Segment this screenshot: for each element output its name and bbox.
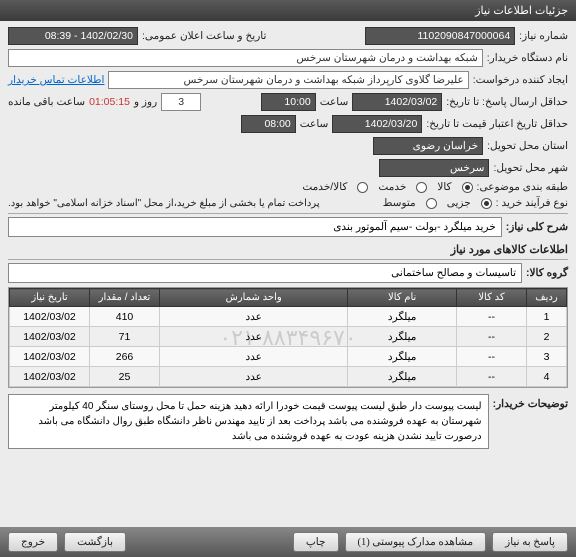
cell-code: -- xyxy=(457,327,527,347)
cell-idx: 1 xyxy=(527,307,567,327)
cell-idx: 4 xyxy=(527,367,567,387)
field-price-date: 1402/03/20 xyxy=(332,115,422,133)
label-group: گروه کالا: xyxy=(526,267,568,279)
items-table-wrap: ۰۲۱-۸۸۳۴۹۶۷۰ ردیف کد کالا نام کالا واحد … xyxy=(8,287,568,388)
cell-name: میلگرد xyxy=(348,347,457,367)
cell-date: 1402/03/02 xyxy=(10,327,90,347)
cell-unit: عدد xyxy=(160,367,348,387)
cell-name: میلگرد xyxy=(348,307,457,327)
radio-low[interactable] xyxy=(481,198,492,209)
label-goods: کالا xyxy=(437,181,451,193)
th-date[interactable]: تاریخ نیاز xyxy=(10,289,90,307)
radio-goods[interactable] xyxy=(462,182,473,193)
label-time-2: ساعت xyxy=(300,118,329,130)
cell-name: میلگرد xyxy=(348,327,457,347)
items-table: ردیف کد کالا نام کالا واحد شمارش تعداد /… xyxy=(9,288,567,387)
label-need-no: شماره نیاز: xyxy=(519,30,568,42)
label-payment-note: پرداخت تمام یا بخشی از مبلغ خرید،از محل … xyxy=(8,198,320,209)
field-buyer-notes: لیست پیوست دار طبق لیست پیوست قیمت خودرا… xyxy=(8,394,489,449)
label-category: طبقه بندی موضوعی: xyxy=(477,181,568,193)
cell-qty: 410 xyxy=(90,307,160,327)
table-row[interactable]: 3--میلگردعدد2661402/03/02 xyxy=(10,347,567,367)
th-unit[interactable]: واحد شمارش xyxy=(160,289,348,307)
table-row[interactable]: 2--میلگردعدد711402/03/02 xyxy=(10,327,567,347)
cell-date: 1402/03/02 xyxy=(10,307,90,327)
footer-toolbar: پاسخ به نیاز مشاهده مدارک پیوستی (1) چاپ… xyxy=(0,527,576,557)
radio-group-process: جزیی متوسط xyxy=(383,197,492,209)
field-response-date: 1402/03/02 xyxy=(352,93,442,111)
radio-goods-service[interactable] xyxy=(357,182,368,193)
field-price-time: 08:00 xyxy=(241,115,296,133)
cell-code: -- xyxy=(457,347,527,367)
cell-qty: 71 xyxy=(90,327,160,347)
field-announce: 1402/02/30 - 08:39 xyxy=(8,27,138,45)
th-idx[interactable]: ردیف xyxy=(527,289,567,307)
cell-date: 1402/03/02 xyxy=(10,347,90,367)
btn-back[interactable]: بازگشت xyxy=(64,532,126,552)
cell-code: -- xyxy=(457,307,527,327)
cell-qty: 266 xyxy=(90,347,160,367)
label-city: شهر محل تحویل: xyxy=(493,162,568,174)
cell-idx: 3 xyxy=(527,347,567,367)
field-need-no: 1102090847000064 xyxy=(365,27,515,45)
field-province: خراسان رضوی xyxy=(373,137,483,155)
radio-medium[interactable] xyxy=(426,198,437,209)
table-row[interactable]: 4--میلگردعدد251402/03/02 xyxy=(10,367,567,387)
cell-unit: عدد xyxy=(160,327,348,347)
label-buyer-notes: توضیحات خریدار: xyxy=(493,394,568,410)
cell-unit: عدد xyxy=(160,347,348,367)
field-summary: خرید میلگرد -بولت -سیم آلموتور بندی xyxy=(8,217,502,237)
cell-unit: عدد xyxy=(160,307,348,327)
label-buyer-device: نام دستگاه خریدار: xyxy=(487,52,568,64)
window-titlebar: جزئیات اطلاعات نیاز xyxy=(0,0,576,21)
btn-print[interactable]: چاپ xyxy=(293,532,339,552)
label-time-1: ساعت xyxy=(320,96,349,108)
field-group: تاسیسات و مصالح ساختمانی xyxy=(8,263,522,283)
label-price-validity: حداقل تاریخ اعتبار قیمت تا تاریخ: xyxy=(426,118,568,130)
th-name[interactable]: نام کالا xyxy=(348,289,457,307)
label-province: استان محل تحویل: xyxy=(487,140,568,152)
btn-exit[interactable]: خروج xyxy=(8,532,58,552)
radio-group-category: کالا خدمت کالا/خدمت xyxy=(302,181,472,193)
label-response-deadline: حداقل ارسال پاسخ: تا تاریخ: xyxy=(446,96,568,108)
link-contact-info[interactable]: اطلاعات تماس خریدار xyxy=(8,74,104,86)
radio-service[interactable] xyxy=(416,182,427,193)
label-summary: شرح کلی نیاز: xyxy=(506,221,568,233)
btn-attachments[interactable]: مشاهده مدارک پیوستی (1) xyxy=(345,532,487,552)
section-items-info: اطلاعات کالاهای مورد نیاز xyxy=(8,243,568,256)
countdown-timer: 01:05:15 xyxy=(89,96,130,108)
field-response-time: 10:00 xyxy=(261,93,316,111)
btn-respond[interactable]: پاسخ به نیاز xyxy=(492,532,568,552)
label-creator: ایجاد کننده درخواست: xyxy=(473,74,568,86)
table-row[interactable]: 1--میلگردعدد4101402/03/02 xyxy=(10,307,567,327)
th-code[interactable]: کد کالا xyxy=(457,289,527,307)
field-buyer-device: شبکه بهداشت و درمان شهرستان سرخس xyxy=(8,49,483,67)
field-city: سرخس xyxy=(379,159,489,177)
label-announce: تاریخ و ساعت اعلان عمومی: xyxy=(142,30,266,42)
label-remaining: ساعت باقی مانده xyxy=(8,96,85,108)
label-process: نوع فرآیند خرید : xyxy=(496,197,568,209)
field-creator: علیرضا گلاوی کارپرداز شبکه بهداشت و درما… xyxy=(108,71,468,89)
th-qty[interactable]: تعداد / مقدار xyxy=(90,289,160,307)
label-service: خدمت xyxy=(378,181,406,193)
cell-name: میلگرد xyxy=(348,367,457,387)
cell-date: 1402/03/02 xyxy=(10,367,90,387)
label-low: جزیی xyxy=(447,197,471,209)
cell-code: -- xyxy=(457,367,527,387)
label-days: روز و xyxy=(134,96,157,108)
label-medium: متوسط xyxy=(383,197,416,209)
cell-idx: 2 xyxy=(527,327,567,347)
field-days: 3 xyxy=(161,93,201,111)
cell-qty: 25 xyxy=(90,367,160,387)
label-goods-service: کالا/خدمت xyxy=(302,181,347,193)
